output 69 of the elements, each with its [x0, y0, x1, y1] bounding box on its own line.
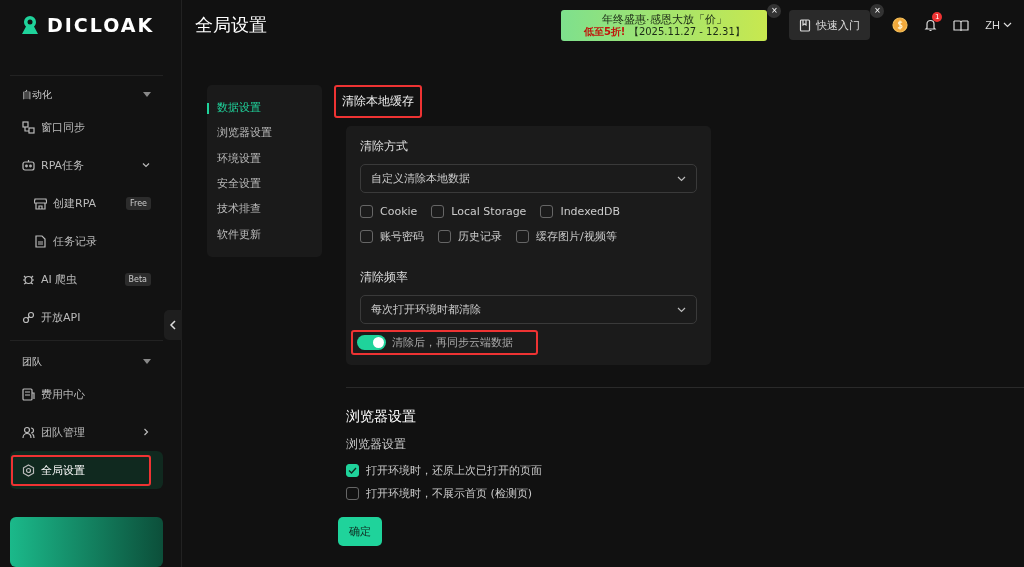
- bill-icon: [22, 387, 35, 401]
- checkbox[interactable]: Cookie: [360, 204, 418, 218]
- checkbox[interactable]: IndexedDB: [540, 204, 621, 218]
- settings-nav-item[interactable]: 浏览器设置: [207, 120, 322, 146]
- checkbox[interactable]: 打开环境时，不展示首页 (检测页): [346, 486, 533, 501]
- caret-icon[interactable]: [143, 359, 151, 365]
- check-icon: [348, 467, 357, 474]
- notification-button[interactable]: [924, 18, 938, 32]
- sidebar-item[interactable]: RPA任务: [10, 146, 163, 184]
- confirm-button[interactable]: 确定: [338, 517, 382, 546]
- windows-icon: [22, 120, 35, 134]
- sidebar-item[interactable]: 开放API: [10, 298, 163, 336]
- document-icon: [34, 234, 47, 248]
- sidebar-item[interactable]: 全局设置: [10, 451, 163, 489]
- toggle-switch[interactable]: [357, 335, 386, 350]
- logo-icon: [19, 15, 41, 35]
- language-selector[interactable]: ZH: [985, 19, 1012, 31]
- checkbox[interactable]: 缓存图片/视频等: [516, 228, 617, 244]
- chevron-icon[interactable]: [141, 427, 151, 437]
- settings-nav-item[interactable]: 技术排查: [207, 196, 322, 222]
- gear-icon: [22, 463, 35, 477]
- badge: Free: [126, 196, 151, 210]
- chevron-icon: [677, 306, 686, 313]
- sidebar-item[interactable]: 窗口同步: [10, 108, 163, 146]
- settings-nav-item[interactable]: 软件更新: [207, 221, 322, 247]
- checkbox[interactable]: 打开环境时，还原上次已打开的页面: [346, 463, 542, 478]
- logo-text: DICLOAK: [47, 14, 155, 36]
- dropdown[interactable]: 每次打开环境时都清除: [360, 295, 697, 324]
- checkbox[interactable]: 账号密码: [360, 228, 424, 244]
- section-title: 清除本地缓存: [334, 85, 422, 118]
- checkbox[interactable]: Local Storage: [431, 204, 527, 218]
- store-icon: [34, 196, 47, 210]
- sidebar-item[interactable]: 团队管理: [10, 413, 163, 451]
- section-title: 自动化: [22, 88, 52, 102]
- section-title: 浏览器设置: [346, 408, 417, 426]
- link-icon: [22, 310, 35, 324]
- field-label: 浏览器设置: [346, 436, 407, 453]
- page-title: 全局设置: [195, 13, 268, 37]
- sidebar-item[interactable]: 任务记录: [10, 222, 163, 260]
- chevron-icon: [677, 175, 686, 182]
- close-button[interactable]: ×: [870, 4, 885, 18]
- section-title: 团队: [22, 355, 42, 369]
- collapse-button[interactable]: [164, 310, 182, 340]
- close-button[interactable]: ×: [767, 3, 782, 18]
- field-label: 清除方式: [360, 138, 409, 155]
- robot-icon: [22, 158, 35, 172]
- badge: Beta: [124, 272, 151, 286]
- chevron-icon: [1003, 22, 1012, 28]
- sidebar-item[interactable]: 创建RPA Free: [10, 184, 163, 222]
- checkbox[interactable]: 历史记录: [438, 228, 502, 244]
- settings-nav-item[interactable]: 环境设置: [207, 145, 322, 171]
- chevron-icon: [169, 320, 177, 330]
- quick-start-button[interactable]: 快速入门: [789, 10, 871, 40]
- people-icon: [22, 425, 35, 439]
- sidebar-item[interactable]: 费用中心: [10, 375, 163, 413]
- toggle-label: 清除后，再同步云端数据: [392, 335, 513, 350]
- promo-subtitle: 低至5折! 【2025.11.27 - 12.31】: [582, 25, 746, 38]
- field-label: 清除频率: [360, 269, 409, 286]
- book-icon: [799, 18, 812, 32]
- chevron-icon[interactable]: [141, 160, 151, 170]
- settings-nav-item[interactable]: 安全设置: [207, 171, 322, 197]
- settings-nav-item[interactable]: 数据设置: [207, 95, 322, 121]
- dropdown[interactable]: 自定义清除本地数据: [360, 164, 697, 193]
- caret-icon[interactable]: [143, 92, 151, 98]
- coin-icon[interactable]: [892, 17, 909, 33]
- book-icon[interactable]: [953, 18, 970, 32]
- bell-icon: [924, 18, 938, 32]
- promo-banner[interactable]: 年终盛惠·感恩大放「价」 低至5折! 【2025.11.27 - 12.31】: [561, 9, 768, 41]
- sidebar-item[interactable]: AI 爬虫 Beta: [10, 260, 163, 298]
